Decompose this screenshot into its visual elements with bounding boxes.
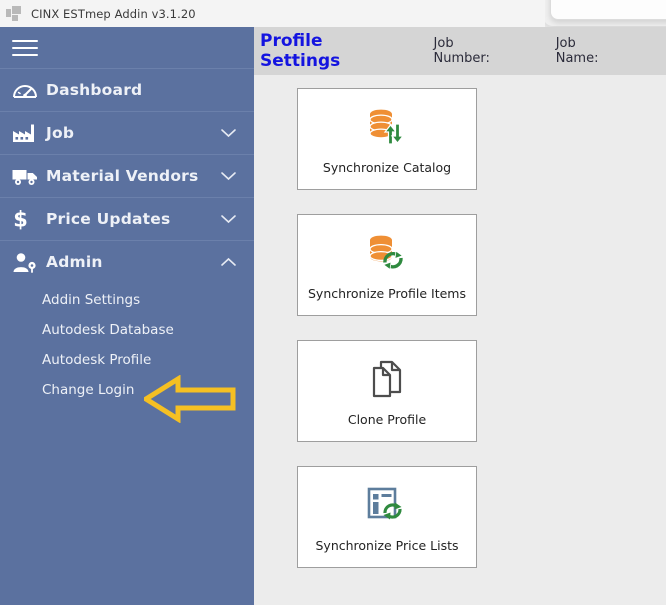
window-title: CINX ESTmep Addin v3.1.20: [31, 6, 196, 21]
application-window: CINX ESTmep Addin v3.1.20 Dashboard Job …: [0, 0, 666, 605]
card-synchronize-catalog[interactable]: Synchronize Catalog: [297, 88, 477, 190]
user-gear-icon: [12, 252, 46, 273]
title-bar: CINX ESTmep Addin v3.1.20: [0, 0, 545, 27]
main-content: Profile Settings Job Number: Job Name: S…: [254, 27, 666, 605]
submenu-item-label: Autodesk Profile: [42, 352, 152, 368]
sidebar-item-price-updates[interactable]: $ Price Updates: [0, 197, 254, 240]
hamburger-menu-icon[interactable]: [12, 39, 38, 56]
svg-text:$: $: [13, 208, 28, 232]
gauge-icon: [12, 80, 46, 100]
submenu-item-change-login[interactable]: Change Login: [0, 375, 254, 405]
card-label: Synchronize Price Lists: [315, 537, 459, 553]
database-refresh-icon: [365, 230, 409, 276]
card-synchronize-price-lists[interactable]: Synchronize Price Lists: [297, 466, 477, 568]
submenu-item-label: Change Login: [42, 382, 135, 398]
chevron-down-icon[interactable]: [221, 215, 236, 224]
sidebar: Dashboard Job Material Vendors $ Price U…: [0, 27, 254, 605]
sidebar-item-label: Job: [46, 124, 75, 142]
sidebar-item-label: Price Updates: [46, 210, 171, 228]
card-synchronize-profile-items[interactable]: Synchronize Profile Items: [297, 214, 477, 316]
card-label: Synchronize Profile Items: [308, 285, 466, 301]
page-title: Profile Settings: [260, 31, 341, 71]
sidebar-item-label: Material Vendors: [46, 167, 199, 185]
sidebar-item-job[interactable]: Job: [0, 111, 254, 154]
dollar-icon: $: [12, 207, 46, 232]
sidebar-item-material-vendors[interactable]: Material Vendors: [0, 154, 254, 197]
content-header: Profile Settings Job Number: Job Name:: [254, 27, 666, 75]
job-number-label: Job Number:: [433, 36, 490, 66]
database-sync-arrows-icon: [364, 104, 410, 150]
submenu-item-addin-settings[interactable]: Addin Settings: [0, 285, 254, 315]
submenu-item-label: Addin Settings: [42, 292, 141, 308]
submenu-item-autodesk-database[interactable]: Autodesk Database: [0, 315, 254, 345]
card-clone-profile[interactable]: Clone Profile: [297, 340, 477, 442]
chevron-down-icon[interactable]: [221, 172, 236, 181]
copy-documents-icon: [369, 356, 405, 402]
sidebar-menu-toggle[interactable]: [0, 27, 254, 68]
sidebar-item-dashboard[interactable]: Dashboard: [0, 68, 254, 111]
chevron-down-icon[interactable]: [221, 129, 236, 138]
background-window-fragment: [550, 0, 666, 20]
submenu-item-label: Autodesk Database: [42, 322, 174, 338]
price-list-refresh-icon: [366, 482, 408, 528]
factory-icon: [12, 123, 46, 143]
app-window-icon: [6, 5, 24, 22]
card-label: Clone Profile: [347, 411, 427, 427]
action-card-list: Synchronize Catalog Synchronize Profile …: [254, 75, 666, 568]
admin-submenu: Addin Settings Autodesk Database Autodes…: [0, 283, 254, 405]
chevron-up-icon[interactable]: [221, 257, 236, 267]
sidebar-item-label: Dashboard: [46, 81, 143, 99]
truck-icon: [12, 167, 46, 186]
submenu-item-autodesk-profile[interactable]: Autodesk Profile: [0, 345, 254, 375]
sidebar-item-label: Admin: [46, 253, 103, 271]
sidebar-item-admin[interactable]: Admin: [0, 240, 254, 283]
card-label: Synchronize Catalog: [322, 159, 452, 175]
job-name-label: Job Name:: [555, 36, 599, 66]
